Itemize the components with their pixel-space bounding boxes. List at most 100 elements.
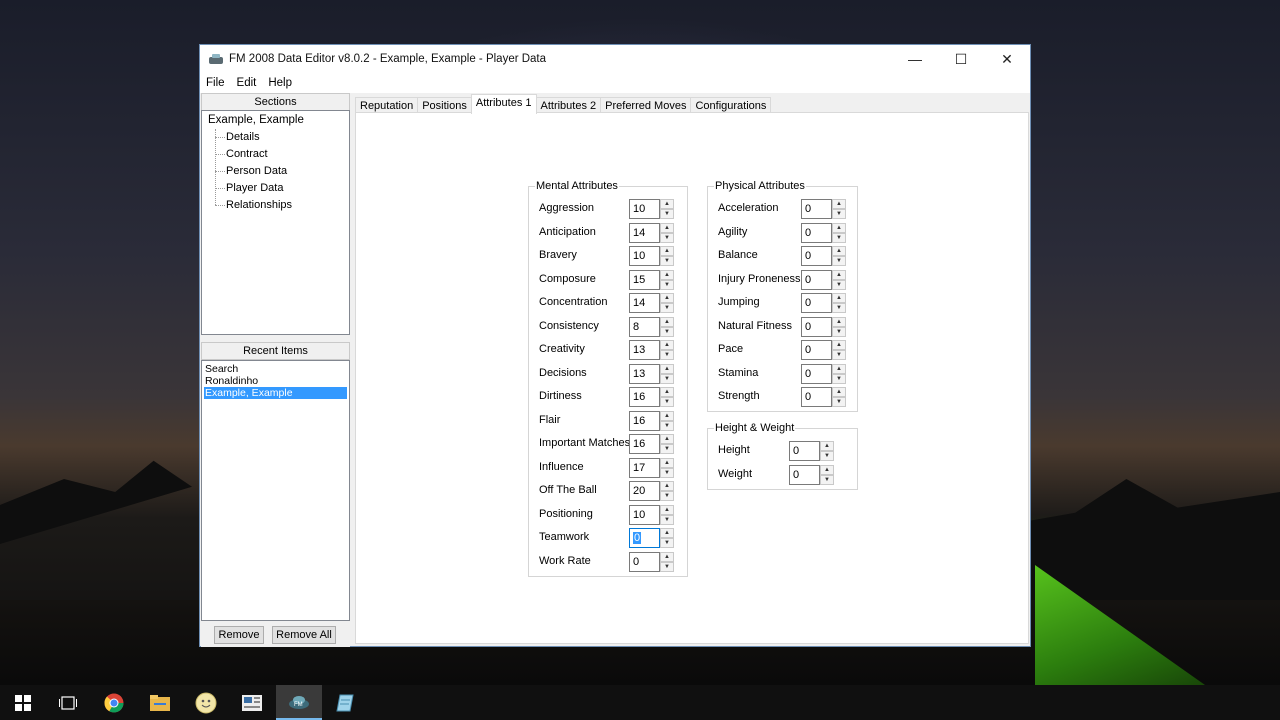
spin-up-icon[interactable]: ▲ [832, 387, 846, 397]
flair-input[interactable]: 16 [629, 410, 660, 431]
spin-down-icon[interactable]: ▼ [660, 326, 674, 337]
spin-up-icon[interactable]: ▲ [660, 434, 674, 444]
spin-down-icon[interactable]: ▼ [832, 303, 846, 313]
tree-root-player[interactable]: Example, Example [208, 114, 304, 126]
tree-item-relationships[interactable]: Relationships [226, 199, 292, 211]
spin-down-icon[interactable]: ▼ [820, 451, 834, 461]
spin-down-icon[interactable]: ▼ [660, 350, 674, 360]
spin-down-icon[interactable]: ▼ [660, 420, 674, 431]
stamina-input[interactable]: 0 [801, 363, 832, 384]
agility-input[interactable]: 0 [801, 222, 832, 243]
spin-up-icon[interactable]: ▲ [820, 441, 834, 451]
spin-up-icon[interactable]: ▲ [832, 199, 846, 209]
spin-down-icon[interactable]: ▼ [660, 232, 674, 243]
spin-down-icon[interactable]: ▼ [832, 256, 846, 266]
tree-item-contract[interactable]: Contract [226, 148, 268, 160]
title-bar[interactable]: FM 2008 Data Editor v8.0.2 - Example, Ex… [200, 45, 1030, 73]
important-matches-input[interactable]: 16 [629, 434, 660, 454]
tree-item-details[interactable]: Details [226, 131, 260, 143]
concentration-input[interactable]: 14 [629, 293, 660, 313]
recent-item-search[interactable]: Search [204, 363, 347, 375]
file-explorer-icon[interactable] [137, 685, 183, 720]
spin-down-icon[interactable]: ▼ [660, 514, 674, 525]
tree-item-person-data[interactable]: Person Data [226, 165, 287, 177]
fm-editor-icon[interactable]: FM [276, 685, 322, 720]
decisions-input[interactable]: 13 [629, 363, 660, 384]
jumping-input[interactable]: 0 [801, 293, 832, 313]
spin-up-icon[interactable]: ▲ [660, 269, 674, 280]
maximize-button[interactable]: ☐ [938, 45, 984, 73]
balance-input[interactable]: 0 [801, 246, 832, 266]
spin-up-icon[interactable]: ▲ [660, 387, 674, 397]
spin-up-icon[interactable]: ▲ [660, 551, 674, 562]
influence-input[interactable]: 17 [629, 457, 660, 478]
spin-up-icon[interactable]: ▲ [660, 528, 674, 538]
spin-down-icon[interactable]: ▼ [660, 561, 674, 572]
natural-fitness-input[interactable]: 0 [801, 316, 832, 337]
creativity-input[interactable]: 13 [629, 340, 660, 360]
spin-down-icon[interactable]: ▼ [660, 397, 674, 407]
aggression-input[interactable]: 10 [629, 199, 660, 219]
tree-item-player-data[interactable]: Player Data [226, 182, 283, 194]
spin-up-icon[interactable]: ▲ [660, 481, 674, 491]
spin-up-icon[interactable]: ▲ [820, 464, 834, 475]
smiley-app-icon[interactable] [183, 685, 229, 720]
spin-up-icon[interactable]: ▲ [660, 340, 674, 350]
spin-up-icon[interactable]: ▲ [660, 410, 674, 421]
spin-down-icon[interactable]: ▼ [660, 538, 674, 548]
recent-item-example[interactable]: Example, Example [204, 387, 347, 399]
off-the-ball-input[interactable]: 20 [629, 481, 660, 501]
spin-up-icon[interactable]: ▲ [832, 340, 846, 350]
pace-input[interactable]: 0 [801, 340, 832, 360]
strength-input[interactable]: 0 [801, 387, 832, 407]
spin-down-icon[interactable]: ▼ [660, 279, 674, 290]
remove-button[interactable]: Remove [214, 626, 264, 644]
spin-down-icon[interactable]: ▼ [832, 373, 846, 384]
news-app-icon[interactable] [229, 685, 275, 720]
spin-up-icon[interactable]: ▲ [660, 504, 674, 515]
spin-up-icon[interactable]: ▲ [832, 363, 846, 374]
spin-down-icon[interactable]: ▼ [660, 209, 674, 219]
spin-down-icon[interactable]: ▼ [832, 232, 846, 243]
remove-all-button[interactable]: Remove All [272, 626, 336, 644]
bravery-input[interactable]: 10 [629, 246, 660, 266]
acceleration-input[interactable]: 0 [801, 199, 832, 219]
menu-file[interactable]: File [200, 77, 231, 89]
spin-down-icon[interactable]: ▼ [832, 397, 846, 407]
height-input[interactable]: 0 [789, 441, 820, 461]
start-icon[interactable] [0, 685, 46, 720]
tab-attributes-1[interactable]: Attributes 1 [470, 94, 537, 114]
spin-up-icon[interactable]: ▲ [660, 457, 674, 468]
spin-down-icon[interactable]: ▼ [832, 350, 846, 360]
spin-down-icon[interactable]: ▼ [832, 326, 846, 337]
spin-up-icon[interactable]: ▲ [832, 316, 846, 327]
positioning-input[interactable]: 10 [629, 504, 660, 525]
composure-input[interactable]: 15 [629, 269, 660, 290]
spin-up-icon[interactable]: ▲ [832, 293, 846, 303]
dirtiness-input[interactable]: 16 [629, 387, 660, 407]
spin-down-icon[interactable]: ▼ [820, 474, 834, 485]
chrome-icon[interactable] [91, 685, 137, 720]
spin-down-icon[interactable]: ▼ [832, 279, 846, 290]
minimize-button[interactable]: — [892, 45, 938, 73]
recent-item-ronaldinho[interactable]: Ronaldinho [204, 375, 347, 387]
spin-up-icon[interactable]: ▲ [832, 246, 846, 256]
spin-down-icon[interactable]: ▼ [660, 256, 674, 266]
spin-up-icon[interactable]: ▲ [832, 222, 846, 233]
spin-up-icon[interactable]: ▲ [832, 269, 846, 280]
spin-down-icon[interactable]: ▼ [660, 491, 674, 501]
spin-up-icon[interactable]: ▲ [660, 316, 674, 327]
task-view-icon[interactable] [45, 685, 91, 720]
spin-up-icon[interactable]: ▲ [660, 222, 674, 233]
close-button[interactable]: ✕ [984, 45, 1030, 73]
injury-proneness-input[interactable]: 0 [801, 269, 832, 290]
teamwork-input[interactable]: 0 [629, 528, 660, 548]
anticipation-input[interactable]: 14 [629, 222, 660, 243]
spin-up-icon[interactable]: ▲ [660, 246, 674, 256]
spin-down-icon[interactable]: ▼ [660, 467, 674, 478]
spin-down-icon[interactable]: ▼ [660, 373, 674, 384]
menu-help[interactable]: Help [262, 77, 298, 89]
notepad-icon[interactable] [322, 685, 368, 720]
spin-up-icon[interactable]: ▲ [660, 363, 674, 374]
weight-input[interactable]: 0 [789, 464, 820, 485]
